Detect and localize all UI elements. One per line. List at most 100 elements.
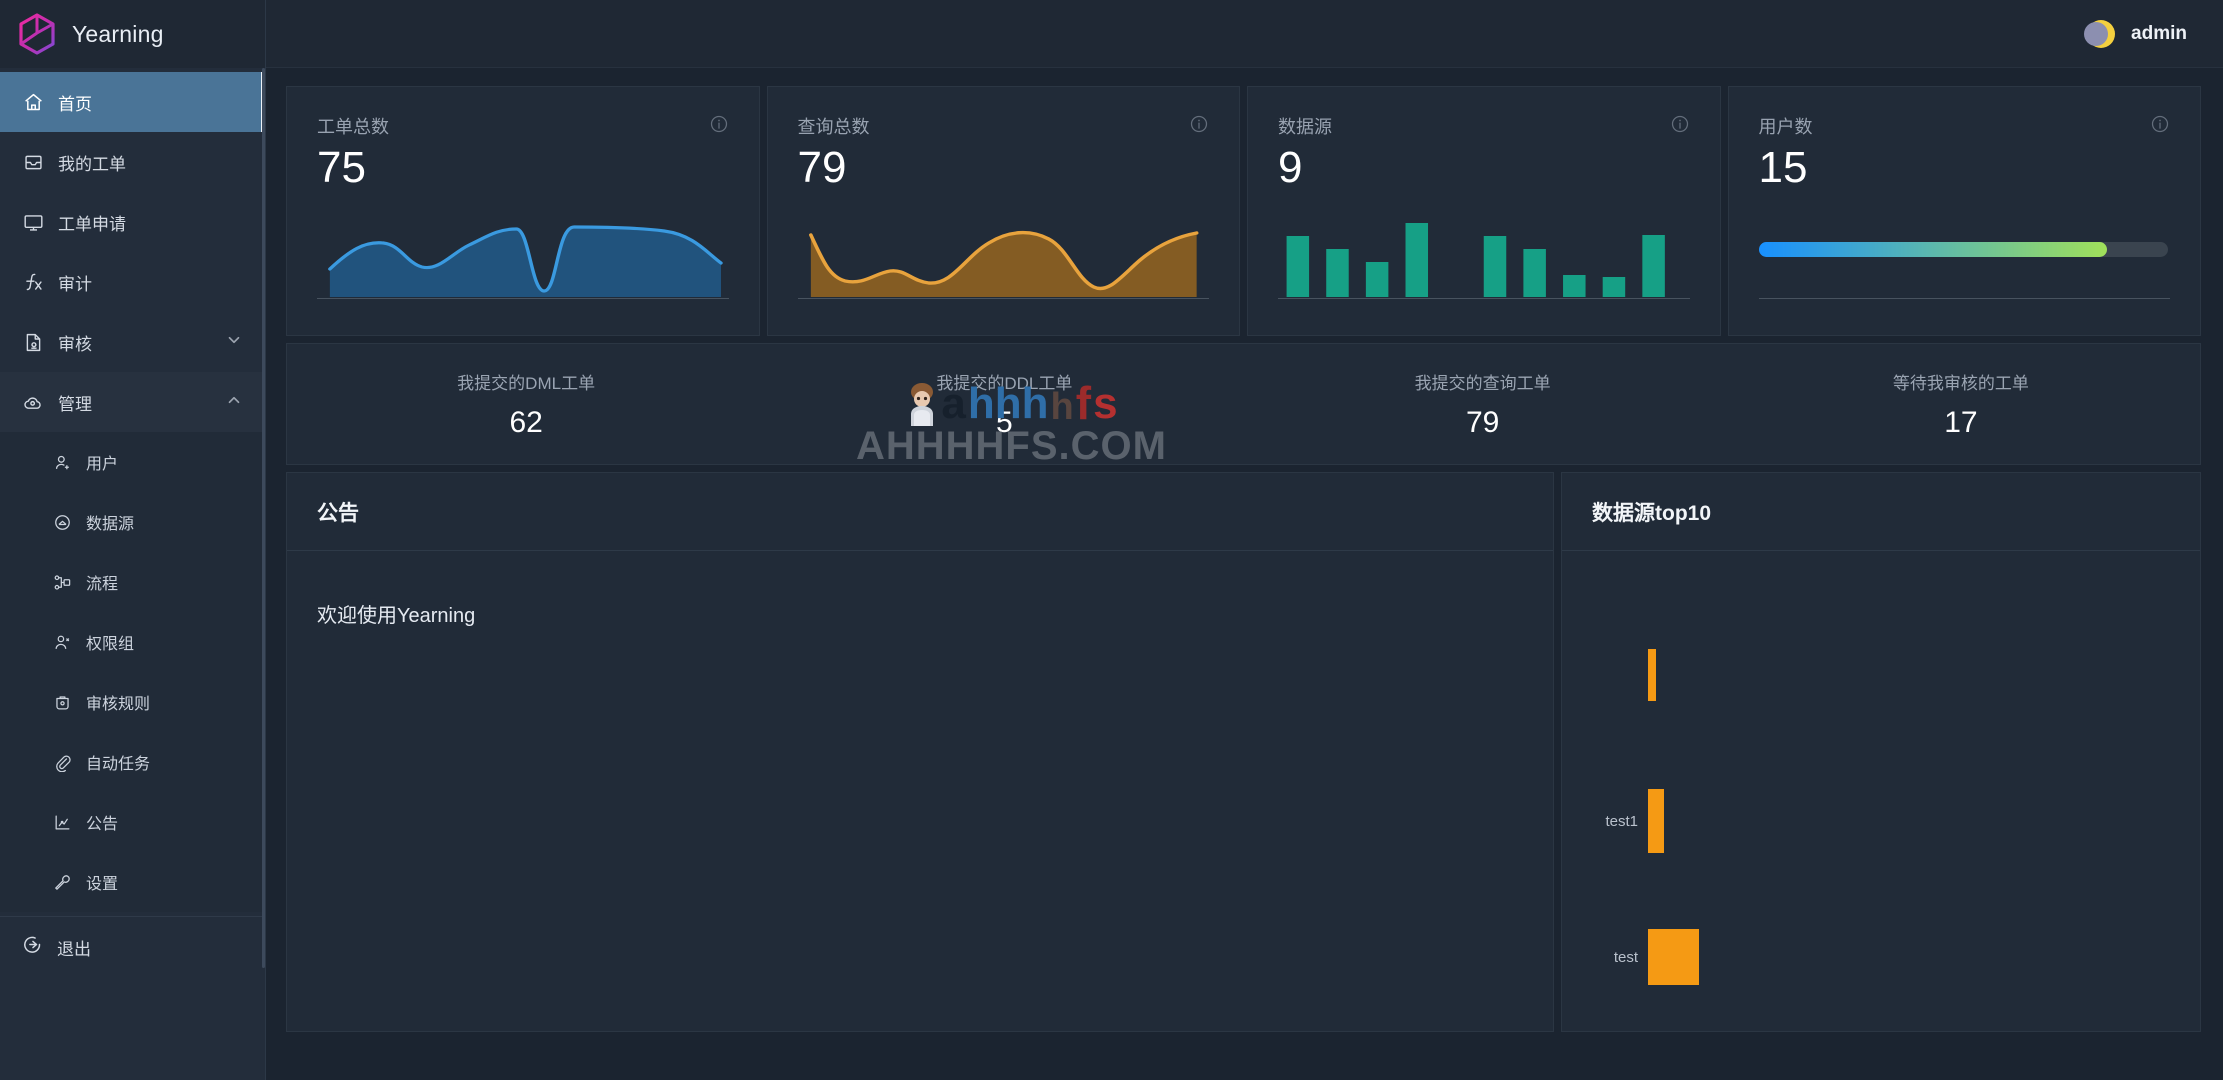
stat-label: 我提交的查询工单 xyxy=(1244,369,1722,394)
card-value: 79 xyxy=(768,139,1240,191)
stat-value: 5 xyxy=(765,406,1243,440)
card-title: 数据源 xyxy=(1278,113,1332,139)
card-title: 工单总数 xyxy=(317,113,389,139)
summary-stats-row: 我提交的DML工单 62 我提交的DDL工单 5 我提交的查询工单 79 等待我… xyxy=(286,343,2201,465)
username-label: admin xyxy=(2131,23,2187,45)
sidebar-subitem-permission-group-label: 权限组 xyxy=(86,630,134,654)
sidebar-item-audit-label: 审计 xyxy=(58,270,265,295)
logout-icon xyxy=(22,934,43,960)
info-circle-icon[interactable] xyxy=(1670,114,1690,139)
card-header: 工单总数 xyxy=(287,87,759,139)
main-area: admin a hhh h f xyxy=(266,0,2223,1080)
sidebar-subitem-notice[interactable]: 公告 xyxy=(0,792,265,852)
sidebar-item-my-orders-label: 我的工单 xyxy=(58,150,265,175)
card-baseline xyxy=(317,298,729,299)
logout-button[interactable]: 退出 xyxy=(0,917,265,977)
top10-bar-chart: test1 test xyxy=(1592,599,2170,1031)
file-check-icon xyxy=(22,331,44,353)
card-title: 查询总数 xyxy=(798,113,870,139)
card-total-orders: 工单总数 75 xyxy=(286,86,760,336)
cloud-icon xyxy=(22,391,44,413)
monitor-icon xyxy=(22,211,44,233)
app-root: Yearning 首页 我的工单 xyxy=(0,0,2223,1080)
stat-ddl-orders: 我提交的DDL工单 5 xyxy=(765,369,1243,440)
stat-value: 79 xyxy=(1244,406,1722,440)
stat-value: 62 xyxy=(287,406,765,440)
top10-bar-row xyxy=(1592,649,1656,701)
chevron-up-icon[interactable] xyxy=(225,391,243,414)
chevron-down-icon[interactable] xyxy=(225,331,243,354)
sidebar-scrollbar-thumb[interactable] xyxy=(262,68,265,968)
sidebar-subitem-settings[interactable]: 设置 xyxy=(0,852,265,912)
logout-label: 退出 xyxy=(57,935,91,960)
card-title: 用户数 xyxy=(1759,113,1813,139)
card-total-queries: 查询总数 79 xyxy=(767,86,1241,336)
panels-row: 公告 欢迎使用Yearning 数据源top10 test1 test xyxy=(286,472,2201,1032)
sparkline-area-blue xyxy=(287,201,759,297)
sidebar-item-review-label: 审核 xyxy=(58,330,211,355)
sidebar-subitem-flow[interactable]: 流程 xyxy=(0,552,265,612)
stat-pending-review: 等待我审核的工单 17 xyxy=(1722,369,2200,440)
stat-label: 我提交的DDL工单 xyxy=(765,369,1243,394)
sidebar-item-home-label: 首页 xyxy=(58,90,265,115)
info-circle-icon[interactable] xyxy=(2150,114,2170,139)
info-circle-icon[interactable] xyxy=(709,114,729,139)
sidebar-item-my-orders[interactable]: 我的工单 xyxy=(0,132,265,192)
sidebar-submenu-manage: 用户 数据源 xyxy=(0,432,265,912)
top10-bar[interactable] xyxy=(1648,789,1664,853)
top10-bar-row: test xyxy=(1592,929,1699,985)
notice-panel-body: 欢迎使用Yearning xyxy=(287,551,1553,1031)
top10-bar[interactable] xyxy=(1648,649,1656,701)
database-icon xyxy=(52,512,72,532)
stat-label: 我提交的DML工单 xyxy=(287,369,765,394)
notice-panel-header: 公告 xyxy=(287,473,1553,551)
user-progress xyxy=(1759,242,2169,257)
top10-bar-label: test xyxy=(1592,949,1638,966)
stat-dml-orders: 我提交的DML工单 62 xyxy=(287,369,765,440)
sidebar-item-order-request-label: 工单申请 xyxy=(58,210,265,235)
sidebar-item-manage[interactable]: 管理 xyxy=(0,372,265,432)
wrench-icon xyxy=(52,872,72,892)
top10-panel-header: 数据源top10 xyxy=(1562,473,2200,551)
notice-panel: 公告 欢迎使用Yearning xyxy=(286,472,1554,1032)
card-baseline xyxy=(798,298,1210,299)
sidebar: Yearning 首页 我的工单 xyxy=(0,0,266,1080)
sparkline-area-orange xyxy=(768,201,1240,297)
stat-cards-row: 工单总数 75 xyxy=(286,86,2201,336)
stat-label: 等待我审核的工单 xyxy=(1722,369,2200,394)
sidebar-subitem-datasource[interactable]: 数据源 xyxy=(0,492,265,552)
sidebar-item-home[interactable]: 首页 xyxy=(0,72,265,132)
home-icon xyxy=(22,91,44,113)
sidebar-subitem-audit-rules[interactable]: 审核规则 xyxy=(0,672,265,732)
card-value: 75 xyxy=(287,139,759,191)
card-value: 15 xyxy=(1729,139,2201,191)
sidebar-subitem-notice-label: 公告 xyxy=(86,810,118,834)
sidebar-subitem-permission-group[interactable]: 权限组 xyxy=(0,612,265,672)
top10-bar-row: test1 xyxy=(1592,789,1664,853)
sidebar-subitem-users[interactable]: 用户 xyxy=(0,432,265,492)
sidebar-item-order-request[interactable]: 工单申请 xyxy=(0,192,265,252)
sidebar-nav: 首页 我的工单 工单申请 xyxy=(0,68,265,977)
notice-panel-title: 公告 xyxy=(317,497,359,527)
brand-name: Yearning xyxy=(72,21,164,48)
function-icon xyxy=(22,271,44,293)
top10-bar[interactable] xyxy=(1648,929,1699,985)
brand[interactable]: Yearning xyxy=(0,0,265,68)
sidebar-item-audit[interactable]: 审计 xyxy=(0,252,265,312)
stat-query-orders: 我提交的查询工单 79 xyxy=(1244,369,1722,440)
sidebar-item-review[interactable]: 审核 xyxy=(0,312,265,372)
sidebar-subitem-auto-task[interactable]: 自动任务 xyxy=(0,732,265,792)
dashboard-content: a hhh h f s AHHHHFS.COM 工单总数 xyxy=(266,68,2223,1032)
sidebar-subitem-flow-label: 流程 xyxy=(86,570,118,594)
sidebar-subitem-auto-task-label: 自动任务 xyxy=(86,750,150,774)
flow-icon xyxy=(52,572,72,592)
avatar[interactable] xyxy=(2081,16,2117,52)
info-circle-icon[interactable] xyxy=(1189,114,1209,139)
card-datasources: 数据源 9 xyxy=(1247,86,1721,336)
sparkline-bars-teal xyxy=(1248,201,1720,297)
card-baseline xyxy=(1278,298,1690,299)
notice-text: 欢迎使用Yearning xyxy=(317,599,1523,628)
card-header: 数据源 xyxy=(1248,87,1720,139)
card-value: 9 xyxy=(1248,139,1720,191)
topbar: admin xyxy=(266,0,2223,68)
